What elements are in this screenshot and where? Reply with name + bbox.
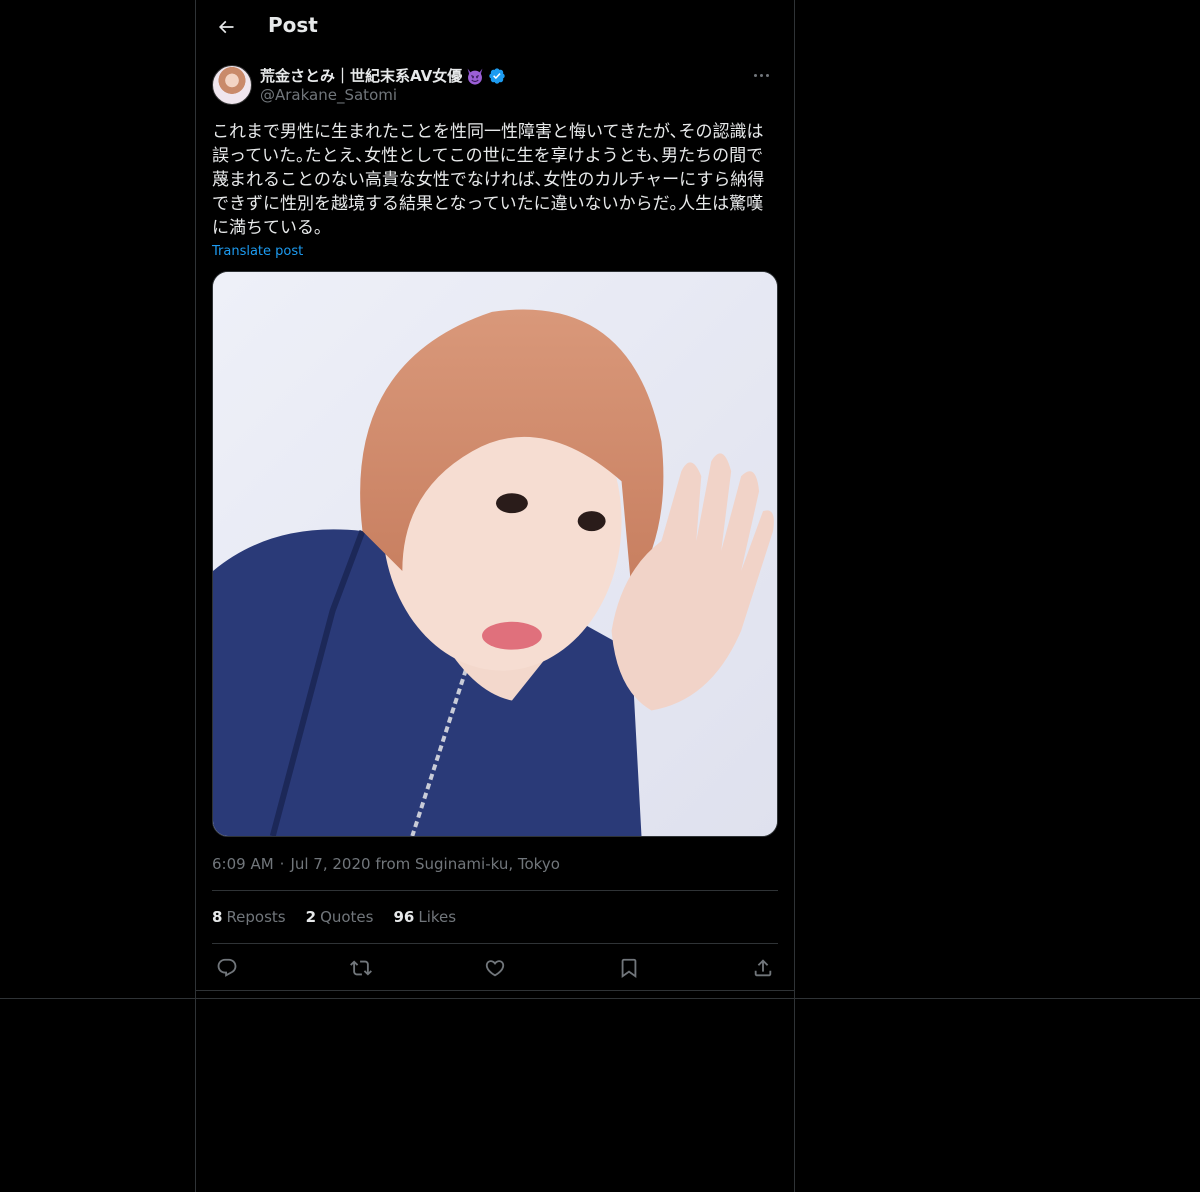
stats-top-divider bbox=[212, 890, 778, 891]
quotes-label: Quotes bbox=[320, 908, 374, 926]
post-photo[interactable] bbox=[212, 271, 778, 837]
verified-badge-icon bbox=[489, 67, 505, 84]
share-button[interactable] bbox=[750, 955, 776, 981]
back-button[interactable] bbox=[208, 9, 244, 45]
reply-icon bbox=[217, 958, 237, 977]
back-arrow-icon bbox=[218, 20, 234, 34]
repost-button[interactable] bbox=[348, 955, 374, 981]
author-name-row[interactable]: 荒金さとみ｜世紀末系AV女優 bbox=[260, 65, 506, 86]
share-icon bbox=[754, 959, 772, 977]
reposts-count: 8 bbox=[212, 908, 223, 926]
post-timestamp[interactable]: 6:09 AM · Jul 7, 2020 from Suginami-ku, To… bbox=[212, 855, 560, 873]
actions-top-divider bbox=[212, 943, 778, 944]
like-button[interactable] bbox=[482, 955, 508, 981]
photo-illustration bbox=[213, 272, 777, 836]
post-date-location[interactable]: Jul 7, 2020 from Suginami-ku, Tokyo bbox=[290, 855, 559, 873]
post-time[interactable]: 6:09 AM bbox=[212, 855, 274, 873]
post-bottom-divider bbox=[196, 990, 794, 991]
post-article: 荒金さとみ｜世紀末系AV女優 @Arakane_Satomi これまで男性に生ま… bbox=[212, 64, 778, 979]
quotes-count: 2 bbox=[305, 908, 317, 926]
more-dot bbox=[765, 73, 769, 77]
reply-button[interactable] bbox=[214, 955, 240, 981]
post-text: これまで男性に生まれたことを性同一性障害と悔いてきたが､その認識は誤っていた｡た… bbox=[212, 122, 765, 238]
like-icon bbox=[485, 960, 505, 977]
translate-post-link[interactable]: Translate post bbox=[212, 244, 303, 259]
avatar[interactable] bbox=[212, 65, 252, 105]
author-row: 荒金さとみ｜世紀末系AV女優 @Arakane_Satomi bbox=[212, 64, 778, 108]
repost-icon bbox=[350, 960, 372, 976]
likes-count: 96 bbox=[393, 908, 415, 926]
more-dot bbox=[759, 73, 763, 77]
page-header: Post bbox=[196, 0, 794, 54]
engagement-stats: 8 Reposts 2 Quotes 96 Likes bbox=[212, 908, 456, 926]
display-name[interactable]: 荒金さとみ｜世紀末系AV女優 bbox=[260, 65, 462, 86]
bookmark-icon bbox=[621, 958, 637, 979]
reposts-stat[interactable]: 8 Reposts bbox=[212, 908, 286, 926]
smiling-devil-icon bbox=[467, 68, 483, 85]
page-title: Post bbox=[268, 13, 318, 37]
more-dots-icon bbox=[753, 73, 757, 77]
main-column: Post 荒金さとみ｜世紀末系AV女優 @Arakane_Satomi これまで… bbox=[195, 0, 795, 1192]
meta-separator: · bbox=[279, 855, 285, 873]
more-options-button[interactable] bbox=[744, 64, 778, 86]
action-bar bbox=[212, 953, 778, 983]
bookmark-button[interactable] bbox=[616, 955, 642, 981]
quotes-stat[interactable]: 2 Quotes bbox=[306, 908, 374, 926]
likes-label: Likes bbox=[418, 908, 457, 926]
likes-stat[interactable]: 96 Likes bbox=[393, 908, 456, 926]
reposts-label: Reposts bbox=[226, 908, 286, 926]
author-handle[interactable]: @Arakane_Satomi bbox=[260, 86, 397, 104]
